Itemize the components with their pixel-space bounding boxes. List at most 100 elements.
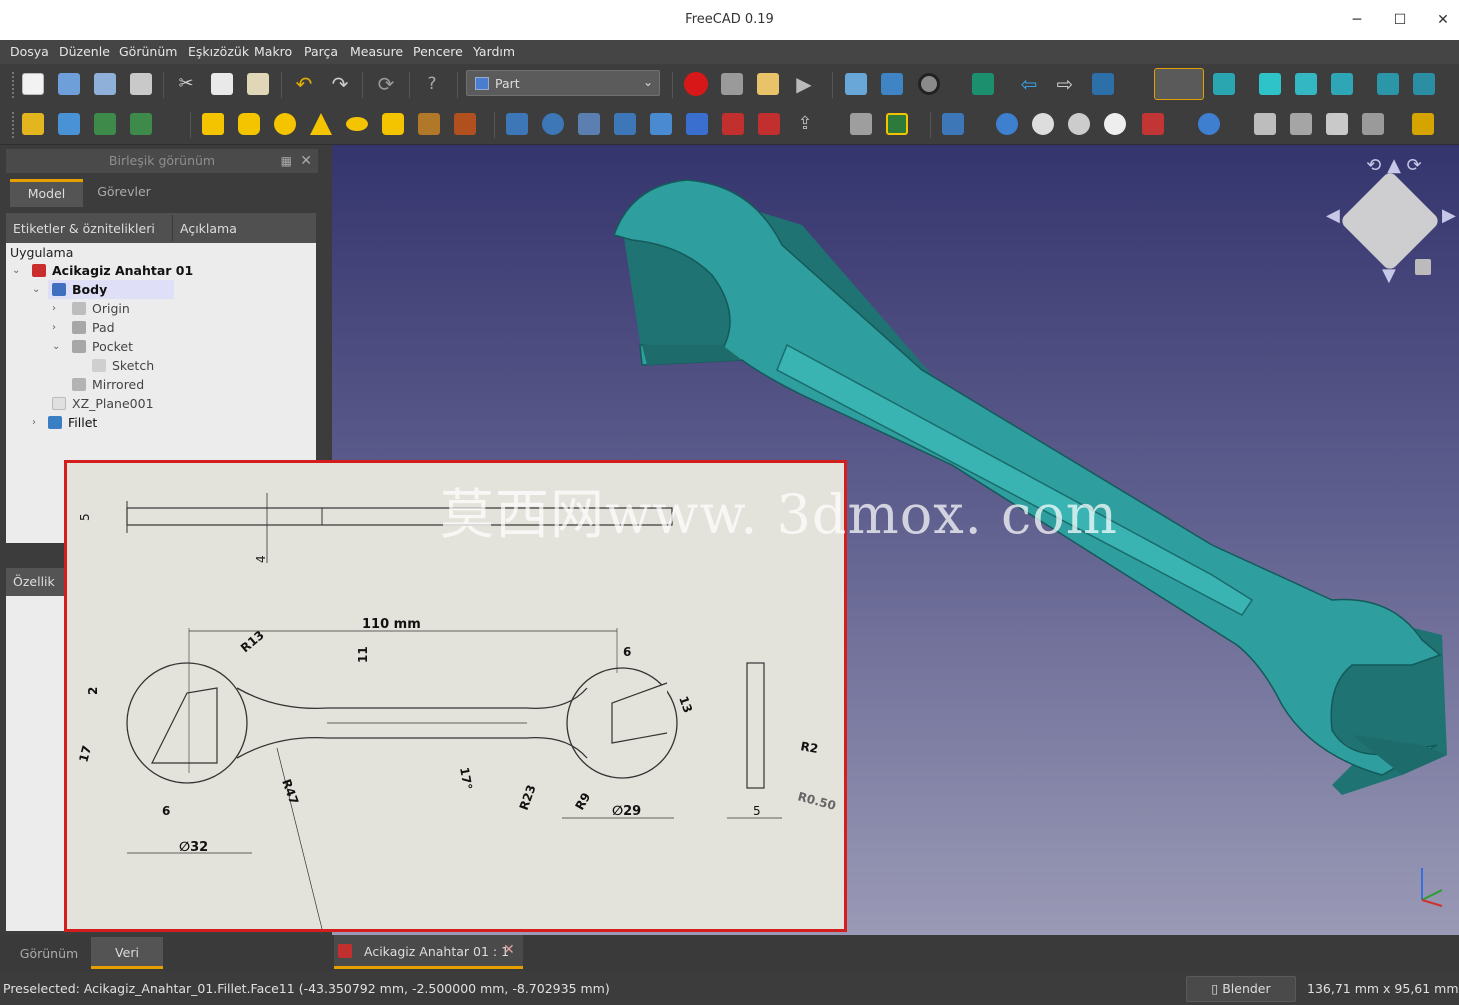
navigation-style-button[interactable]: ▯ Blender [1186, 976, 1296, 1002]
minimize-button[interactable]: ─ [1343, 6, 1371, 34]
ruled-surface-icon[interactable] [722, 113, 744, 135]
fillet-icon[interactable] [614, 113, 636, 135]
part-icon[interactable] [22, 113, 44, 135]
torus-icon[interactable] [346, 117, 368, 131]
tree-item-fillet[interactable]: Fillet [48, 413, 97, 432]
tab-data[interactable]: Veri [91, 937, 163, 969]
nav-left-icon[interactable]: ◀ [1326, 205, 1340, 226]
cross-sections-icon[interactable] [1362, 113, 1384, 135]
shape-builder-icon[interactable] [454, 113, 476, 135]
link-make-icon[interactable] [94, 113, 116, 135]
paste-icon[interactable] [247, 73, 269, 95]
tab-model[interactable]: Model [10, 179, 83, 207]
tree-item-document[interactable]: Acikagiz Anahtar 01 [32, 261, 193, 280]
whats-this-icon[interactable]: ? [421, 73, 443, 95]
bounding-box-icon[interactable] [972, 73, 994, 95]
menu-macro[interactable]: Makro [254, 44, 292, 59]
top-view-icon[interactable] [1295, 73, 1317, 95]
refresh-icon[interactable]: ⟳ [375, 73, 397, 95]
undo-icon[interactable]: ↶ [293, 73, 315, 95]
projection-icon[interactable] [1326, 113, 1348, 135]
menu-tools[interactable]: Eşkızözük [188, 44, 249, 59]
tab-tasks[interactable]: Görevler [88, 179, 160, 207]
fit-selection-icon[interactable] [881, 73, 903, 95]
tube-icon[interactable] [382, 113, 404, 135]
section-icon[interactable] [850, 113, 872, 135]
draw-style-icon[interactable] [918, 73, 940, 95]
close-button[interactable]: ✕ [1429, 6, 1457, 34]
extrude-icon[interactable] [506, 113, 528, 135]
expand-arrow-icon[interactable]: ⌄ [52, 341, 60, 352]
nav-rotate-icon[interactable]: ⟲ ▲ ⟳ [1342, 155, 1446, 176]
menu-measure[interactable]: Measure [350, 44, 403, 59]
back-icon[interactable]: ⇦ [1018, 73, 1040, 95]
expand-arrow-icon[interactable]: › [52, 322, 56, 333]
split-icon[interactable] [1198, 113, 1220, 135]
isometric-view-icon[interactable] [1213, 73, 1235, 95]
sweep-icon[interactable]: ⇪ [794, 113, 816, 135]
close-tab-icon[interactable]: ✕ [503, 942, 515, 958]
nav-menu-icon[interactable] [1415, 259, 1431, 275]
primitives-icon[interactable] [418, 113, 440, 135]
menu-edit[interactable]: Düzenle [59, 44, 110, 59]
tree-item-xz-plane[interactable]: XZ_Plane001 [52, 394, 154, 413]
menu-window[interactable]: Pencere [413, 44, 463, 59]
maximize-button[interactable]: ☐ [1386, 6, 1414, 34]
tree-item-sketch[interactable]: Sketch [92, 356, 154, 375]
box-icon[interactable] [202, 113, 224, 135]
tree-item-origin[interactable]: Origin [72, 299, 130, 318]
rear-view-icon[interactable] [1377, 73, 1399, 95]
group-icon[interactable] [58, 113, 80, 135]
save-icon[interactable] [94, 73, 116, 95]
toolbar-grip[interactable] [12, 112, 15, 138]
cone-icon[interactable] [310, 113, 332, 135]
new-document-icon[interactable] [22, 73, 44, 95]
tree-col-description[interactable]: Açıklama [180, 221, 237, 236]
bottom-view-icon[interactable] [1413, 73, 1435, 95]
menu-file[interactable]: Dosya [10, 44, 49, 59]
document-tab[interactable]: Acikagiz Anahtar 01 : 1 ✕ [334, 935, 523, 969]
nav-down-icon[interactable]: ▼ [1382, 265, 1396, 286]
redo-icon[interactable]: ↷ [329, 73, 351, 95]
offset-icon[interactable] [886, 113, 908, 135]
chamfer-icon[interactable] [650, 113, 672, 135]
front-view-icon[interactable] [1259, 73, 1281, 95]
expand-arrow-icon[interactable]: › [32, 417, 36, 428]
boolean-icon[interactable] [996, 113, 1018, 135]
compound-icon[interactable] [942, 113, 964, 135]
fuse-icon[interactable] [1068, 113, 1090, 135]
cut-boolean-icon[interactable] [1032, 113, 1054, 135]
link-sub-icon[interactable] [130, 113, 152, 135]
measure-icon[interactable] [1412, 113, 1434, 135]
copy-icon[interactable] [211, 73, 233, 95]
workbench-selector[interactable]: Part ⌄ [466, 70, 660, 96]
check-geometry-icon[interactable] [1254, 113, 1276, 135]
menu-help[interactable]: Yardım [473, 44, 515, 59]
join-icon[interactable] [1142, 113, 1164, 135]
tree-col-labels[interactable]: Etiketler & öznitelikleri [13, 221, 155, 236]
defeaturing-icon[interactable] [1290, 113, 1312, 135]
dock-icon[interactable]: ▦ [281, 149, 292, 173]
tree-item-pocket[interactable]: Pocket [72, 337, 133, 356]
menu-view[interactable]: Görünüm [119, 44, 177, 59]
menu-part[interactable]: Parça [304, 44, 338, 59]
loft-icon[interactable] [758, 113, 780, 135]
tree-item-mirrored[interactable]: Mirrored [72, 375, 144, 394]
toolbar-grip[interactable] [12, 72, 15, 98]
tree-item-pad[interactable]: Pad [72, 318, 115, 337]
cut-icon[interactable]: ✂ [175, 73, 197, 95]
right-view-icon[interactable] [1331, 73, 1353, 95]
tab-view[interactable]: Görünüm [10, 939, 88, 969]
revolve-icon[interactable] [542, 113, 564, 135]
nav-right-icon[interactable]: ▶ [1442, 205, 1456, 226]
macro-editor-icon[interactable] [757, 73, 779, 95]
cylinder-icon[interactable] [238, 113, 260, 135]
sphere-icon[interactable] [274, 113, 296, 135]
expand-arrow-icon[interactable]: › [52, 303, 56, 314]
record-macro-icon[interactable] [684, 72, 708, 96]
expand-arrow-icon[interactable]: ⌄ [12, 265, 20, 276]
run-macro-icon[interactable]: ▶ [793, 73, 815, 95]
common-icon[interactable] [1104, 113, 1126, 135]
stop-macro-icon[interactable] [721, 73, 743, 95]
open-icon[interactable] [58, 73, 80, 95]
